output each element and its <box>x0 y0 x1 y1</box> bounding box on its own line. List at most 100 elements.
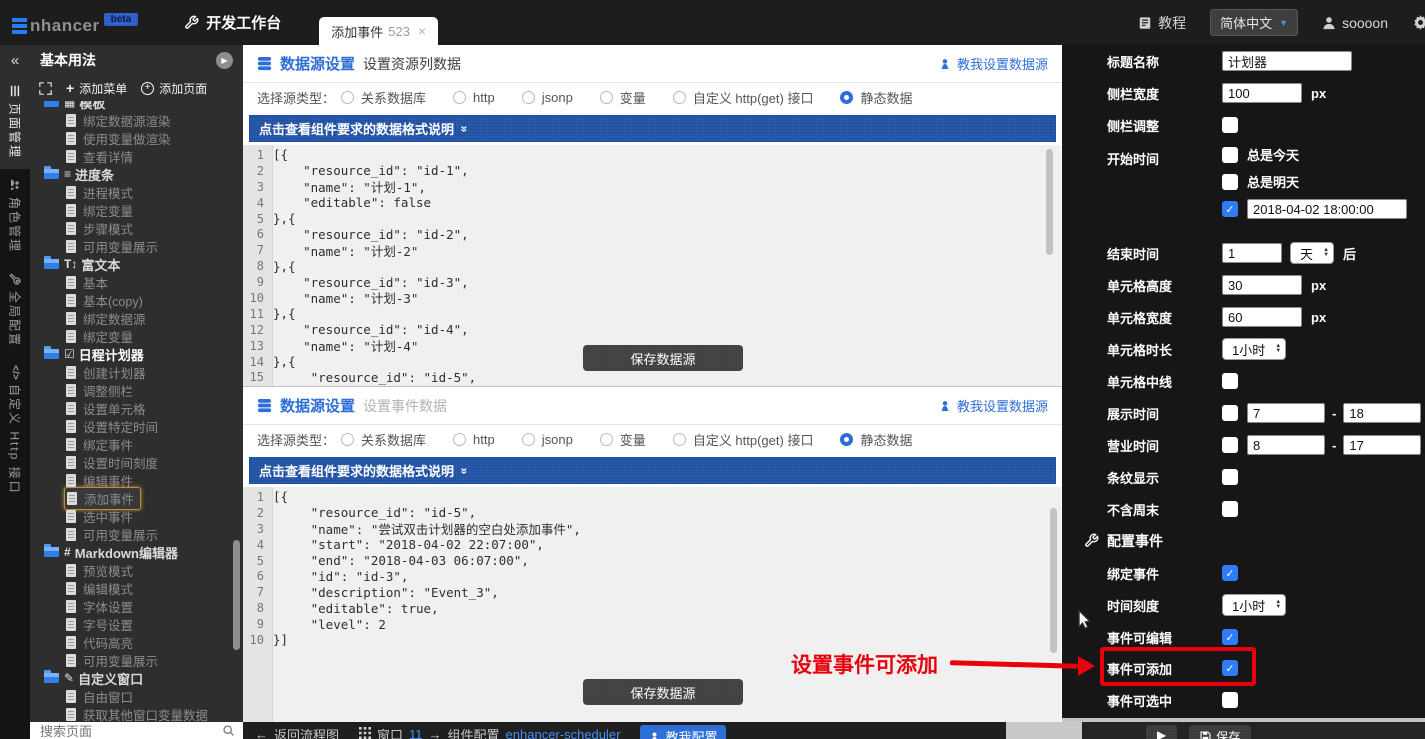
business-time-to-input[interactable] <box>1343 435 1421 455</box>
teach-config-button[interactable]: 教我配置 <box>640 725 726 739</box>
close-icon[interactable]: × <box>418 23 426 39</box>
display-time-from-input[interactable] <box>1247 403 1325 423</box>
tree-item[interactable]: 绑定变量 <box>30 201 243 219</box>
tree-item[interactable]: 进程模式 <box>30 183 243 201</box>
start-datetime-input[interactable] <box>1247 199 1407 219</box>
tree-item[interactable]: 字体设置 <box>30 597 243 615</box>
title-input[interactable] <box>1222 51 1352 71</box>
event-editable-checkbox[interactable] <box>1222 629 1238 645</box>
data-format-help-banner[interactable]: 点击查看组件要求的数据格式说明» <box>249 115 1056 142</box>
rail-item-custom-http-api[interactable]: </> 自定义 Http 接口 <box>0 357 30 505</box>
tree-item[interactable]: 设置特定时间 <box>30 417 243 435</box>
user-menu[interactable]: soooon <box>1322 15 1388 31</box>
rail-item-global-config[interactable]: 全局配置 <box>0 263 30 357</box>
tree-item[interactable]: 绑定事件 <box>30 435 243 453</box>
source-type-radio[interactable]: 静态数据 <box>840 88 912 107</box>
cell-width-input[interactable] <box>1222 307 1302 327</box>
tree-item[interactable]: ☑ 日程计划器 <box>30 345 243 363</box>
tree-item[interactable]: 获取其他窗口变量数据 <box>30 705 243 723</box>
always-today-option[interactable]: 总是今天 <box>1222 145 1407 164</box>
logo[interactable]: nhancer beta <box>12 9 138 36</box>
code-editor-resources[interactable]: 1 [{ 2 "resource_id": "id-1", 3 "name": … <box>243 145 1061 386</box>
tree-item[interactable]: T↕ 富文本 <box>30 255 243 273</box>
tree-item[interactable]: 步骤模式 <box>30 219 243 237</box>
editor-scrollbar-thumb[interactable] <box>1046 149 1053 255</box>
end-time-input[interactable] <box>1222 243 1282 263</box>
display-time-checkbox[interactable] <box>1222 405 1238 421</box>
add-menu-button[interactable]: + 添加菜单 <box>66 80 127 97</box>
event-selectable-checkbox[interactable] <box>1222 692 1238 708</box>
tree-item[interactable]: 绑定数据源渲染 <box>30 111 243 129</box>
tree-item[interactable]: 字号设置 <box>30 615 243 633</box>
sidebar-adjust-checkbox[interactable] <box>1222 117 1238 133</box>
tree-item[interactable]: 调整侧栏 <box>30 381 243 399</box>
time-scale-select[interactable]: 1小时 ▲▼ <box>1222 594 1286 616</box>
tab-add-event[interactable]: 添加事件 523 × <box>319 17 438 45</box>
collapse-sidebar-button[interactable]: « <box>0 45 30 75</box>
tree-item[interactable]: 可用变量展示 <box>30 525 243 543</box>
cell-duration-select[interactable]: 1小时 ▲▼ <box>1222 338 1286 360</box>
teach-datasource-link[interactable]: 教我设置数据源 <box>939 54 1048 73</box>
sidebar-width-input[interactable] <box>1222 83 1302 103</box>
tree-item[interactable]: 编辑模式 <box>30 579 243 597</box>
business-time-checkbox[interactable] <box>1222 437 1238 453</box>
source-type-radio[interactable]: jsonp <box>522 90 573 105</box>
stripes-checkbox[interactable] <box>1222 469 1238 485</box>
tree-item[interactable]: 设置时间刻度 <box>30 453 243 471</box>
source-type-radio[interactable]: 关系数据库 <box>341 430 426 449</box>
business-time-from-input[interactable] <box>1247 435 1325 455</box>
source-type-radio[interactable]: http <box>453 432 495 447</box>
display-time-to-input[interactable] <box>1343 403 1421 423</box>
bind-event-checkbox[interactable] <box>1222 565 1238 581</box>
tree-item[interactable]: 代码高亮 <box>30 633 243 651</box>
search-input[interactable] <box>40 724 222 739</box>
add-page-button[interactable]: + 添加页面 <box>141 80 207 97</box>
source-type-radio[interactable]: 关系数据库 <box>341 88 426 107</box>
tree-item[interactable]: 绑定数据源 <box>30 309 243 327</box>
source-type-radio[interactable]: 自定义 http(get) 接口 <box>673 430 814 449</box>
tree-item[interactable]: 添加事件 <box>30 489 243 507</box>
tree-item[interactable]: 自由窗口 <box>30 687 243 705</box>
tree-item[interactable]: ≡ 进度条 <box>30 165 243 183</box>
tree-item[interactable]: 使用变量做渲染 <box>30 129 243 147</box>
end-time-unit-select[interactable]: 天 ▲▼ <box>1290 242 1334 264</box>
rail-item-role-management[interactable]: 角色管理 <box>0 169 30 263</box>
source-type-radio[interactable]: jsonp <box>522 432 573 447</box>
source-type-radio[interactable]: 静态数据 <box>840 430 912 449</box>
source-type-radio[interactable]: 变量 <box>600 430 646 449</box>
tutorial-link[interactable]: 教程 <box>1138 13 1186 33</box>
back-to-flowchart-button[interactable]: ← 返回流程图 <box>255 725 339 739</box>
teach-datasource-link[interactable]: 教我设置数据源 <box>939 396 1048 415</box>
sidebar-scrollbar-thumb[interactable] <box>233 540 240 650</box>
no-weekend-checkbox[interactable] <box>1222 501 1238 517</box>
tree-item[interactable]: 绑定变量 <box>30 327 243 345</box>
data-format-help-banner[interactable]: 点击查看组件要求的数据格式说明» <box>249 457 1056 484</box>
source-type-radio[interactable]: 自定义 http(get) 接口 <box>673 88 814 107</box>
expand-icon[interactable] <box>39 82 52 95</box>
tree-item[interactable]: 选中事件 <box>30 507 243 525</box>
tree-item[interactable]: 基本 <box>30 273 243 291</box>
always-tomorrow-option[interactable]: 总是明天 <box>1222 172 1407 191</box>
source-type-radio[interactable]: http <box>453 90 495 105</box>
language-selector[interactable]: 简体中文 ▼ <box>1210 9 1298 36</box>
editor-scrollbar-thumb[interactable] <box>1050 508 1057 653</box>
settings-button[interactable] <box>1412 14 1425 31</box>
tree-item[interactable]: 设置单元格 <box>30 399 243 417</box>
save-button[interactable]: 保存 <box>1189 725 1251 739</box>
tree-item[interactable]: ✎ 自定义窗口 <box>30 669 243 687</box>
tree-item[interactable]: 基本(copy) <box>30 291 243 309</box>
save-datasource-button[interactable]: 保存数据源 <box>583 679 743 705</box>
play-circle-icon[interactable]: ▶ <box>216 52 233 69</box>
cell-midline-checkbox[interactable] <box>1222 373 1238 389</box>
tree-item[interactable]: 查看详情 <box>30 147 243 165</box>
fixed-datetime-option[interactable] <box>1222 199 1407 219</box>
source-type-radio[interactable]: 变量 <box>600 88 646 107</box>
save-datasource-button[interactable]: 保存数据源 <box>583 345 743 371</box>
tree-item[interactable]: 可用变量展示 <box>30 237 243 255</box>
tree-item[interactable]: 可用变量展示 <box>30 651 243 669</box>
tree-item[interactable]: 预览模式 <box>30 561 243 579</box>
tree-item[interactable]: 创建计划器 <box>30 363 243 381</box>
run-button[interactable]: ▶ <box>1146 725 1177 739</box>
rail-item-page-management[interactable]: 页面管理 <box>0 75 30 169</box>
tree-item[interactable]: # Markdown编辑器 <box>30 543 243 561</box>
